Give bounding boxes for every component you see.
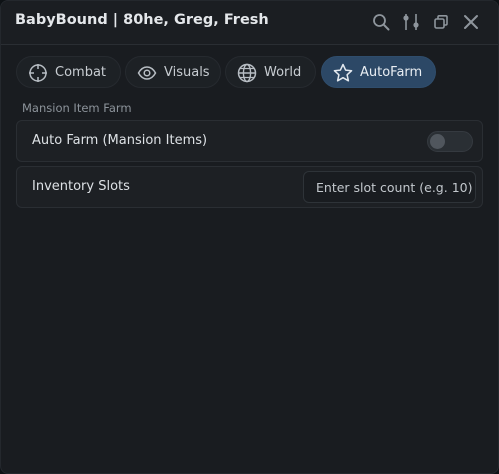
close-icon[interactable] <box>461 12 481 32</box>
tab-label: Combat <box>55 65 107 80</box>
window-title: BabyBound | 80he, Greg, Fresh <box>15 12 269 28</box>
tab-autofarm[interactable]: AutoFarm <box>321 56 436 88</box>
auto-farm-row: Auto Farm (Mansion Items) <box>16 120 483 162</box>
settings-sliders-icon[interactable] <box>401 12 421 32</box>
tab-combat[interactable]: Combat <box>16 56 121 88</box>
tab-visuals[interactable]: Visuals <box>125 56 221 88</box>
restore-icon[interactable] <box>431 12 451 32</box>
tab-label: Visuals <box>164 65 210 80</box>
tab-world[interactable]: World <box>225 56 316 88</box>
inventory-slots-row: Inventory Slots <box>16 166 483 208</box>
auto-farm-label: Auto Farm (Mansion Items) <box>32 133 208 148</box>
tab-label: World <box>264 65 302 80</box>
inventory-slots-label: Inventory Slots <box>32 179 130 194</box>
app-window: BabyBound | 80he, Greg, Fresh Combat Vis… <box>0 0 499 474</box>
globe-icon <box>237 63 257 83</box>
inventory-slots-input[interactable] <box>303 171 476 203</box>
star-icon <box>333 63 353 82</box>
auto-farm-toggle[interactable] <box>427 131 473 152</box>
crosshair-icon <box>29 64 47 82</box>
title-bar: BabyBound | 80he, Greg, Fresh <box>1 1 498 45</box>
eye-icon <box>137 66 157 80</box>
toggle-knob <box>430 134 445 149</box>
tab-label: AutoFarm <box>360 65 423 80</box>
section-title: Mansion Item Farm <box>22 101 132 115</box>
search-icon[interactable] <box>371 12 391 32</box>
